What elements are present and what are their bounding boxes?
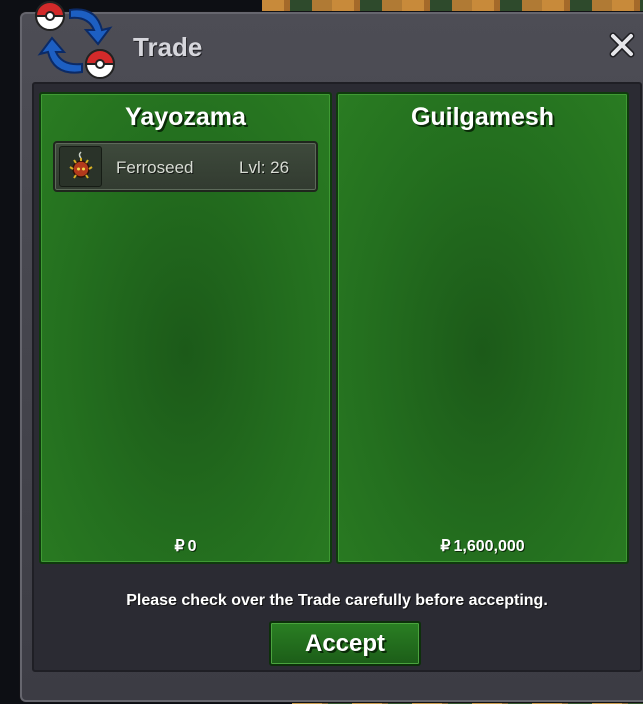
ferroseed-sprite-icon	[69, 151, 93, 179]
money-amount-left: 0	[187, 538, 197, 555]
player-name-left: Yayozama	[125, 103, 246, 131]
offer-panel-left: Yayozama Ferroseed Lvl: 26 ₽0	[39, 92, 332, 564]
trade-notice: Please check over the Trade carefully be…	[126, 592, 548, 609]
player-name-right: Guilgamesh	[410, 103, 555, 131]
pokemon-icon-box	[59, 146, 102, 187]
money-amount-right: 1,600,000	[453, 538, 525, 555]
accept-button[interactable]: Accept	[269, 621, 421, 666]
pokemon-name: Ferroseed	[116, 158, 194, 177]
trade-content: Yayozama Ferroseed Lvl: 26 ₽0 Guilgamesh…	[32, 82, 642, 672]
close-icon[interactable]	[607, 30, 637, 60]
money-offer-right: ₽1,600,000	[338, 536, 627, 556]
window-title: Trade	[133, 32, 203, 62]
pokemon-level: Lvl: 26	[239, 158, 290, 177]
trade-swap-icon	[34, 1, 116, 79]
pokemon-slot[interactable]: Ferroseed Lvl: 26	[53, 141, 318, 192]
offer-panel-right: Guilgamesh ₽1,600,000	[336, 92, 629, 564]
pokedollar-icon: ₽	[440, 538, 451, 555]
trade-window: Trade Yayozama Ferroseed Lvl: 26 ₽ 0 Gui…	[20, 12, 643, 702]
pokedollar-icon: ₽	[174, 538, 185, 555]
money-offer-left: ₽0	[41, 536, 330, 556]
